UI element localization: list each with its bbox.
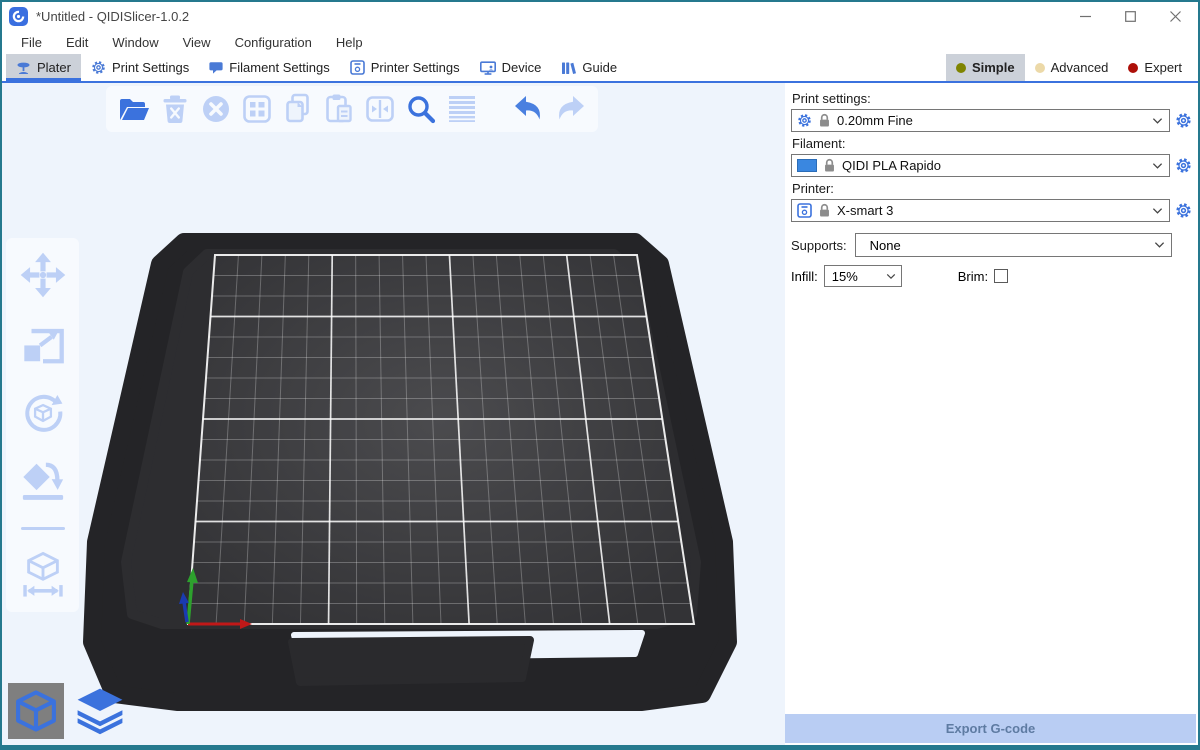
mode-expert[interactable]: Expert bbox=[1118, 54, 1192, 81]
chevron-down-icon bbox=[1152, 162, 1163, 170]
tab-filament-settings[interactable]: Filament Settings bbox=[199, 54, 339, 81]
maximize-button[interactable] bbox=[1108, 2, 1153, 30]
edit-printer-button[interactable] bbox=[1172, 202, 1194, 219]
arrange-button[interactable] bbox=[239, 90, 275, 128]
toolbar-divider bbox=[21, 527, 65, 530]
edit-filament-button[interactable] bbox=[1172, 157, 1194, 174]
filament-value: QIDI PLA Rapido bbox=[842, 158, 1146, 173]
tab-device[interactable]: Device bbox=[470, 54, 552, 81]
lock-icon bbox=[818, 203, 831, 218]
export-gcode-button[interactable]: Export G-code bbox=[785, 714, 1196, 743]
gear-icon bbox=[91, 60, 106, 75]
open-file-button[interactable] bbox=[116, 90, 152, 128]
3d-viewport[interactable] bbox=[2, 83, 785, 745]
print-settings-value: 0.20mm Fine bbox=[837, 113, 1146, 128]
chevron-down-icon bbox=[1152, 207, 1163, 215]
device-monitor-icon bbox=[480, 61, 496, 75]
brim-checkbox[interactable] bbox=[994, 269, 1008, 283]
move-tool-button[interactable] bbox=[19, 251, 67, 299]
infill-label: Infill: bbox=[791, 269, 818, 284]
delete-button[interactable] bbox=[157, 90, 193, 128]
close-button[interactable] bbox=[1153, 2, 1198, 30]
scale-tool-button[interactable] bbox=[19, 320, 67, 368]
supports-combo[interactable]: None bbox=[855, 233, 1172, 257]
menu-item-window[interactable]: Window bbox=[101, 33, 169, 52]
preview-layers-view-button[interactable] bbox=[72, 683, 128, 739]
tab-bar: Plater Print Settings Filament Settings … bbox=[2, 54, 1198, 83]
top-toolbar bbox=[106, 86, 598, 132]
supports-value: None bbox=[870, 238, 1154, 253]
menu-item-file[interactable]: File bbox=[10, 33, 53, 52]
3d-editor-view-button[interactable] bbox=[8, 683, 64, 739]
menu-item-view[interactable]: View bbox=[172, 33, 222, 52]
tab-guide[interactable]: Guide bbox=[551, 54, 627, 81]
app-window: *Untitled - QIDISlicer-1.0.2 File Edit W… bbox=[0, 0, 1200, 750]
measure-tool-button[interactable] bbox=[19, 551, 67, 599]
app-logo-icon bbox=[9, 7, 28, 26]
print-settings-combo[interactable]: 0.20mm Fine bbox=[791, 109, 1170, 132]
tab-printer-settings[interactable]: Printer Settings bbox=[340, 54, 470, 81]
tab-label: Printer Settings bbox=[371, 60, 460, 75]
advanced-mode-dot-icon bbox=[1035, 63, 1045, 73]
title-bar: *Untitled - QIDISlicer-1.0.2 bbox=[2, 2, 1198, 30]
search-button[interactable] bbox=[403, 90, 439, 128]
filament-label: Filament: bbox=[792, 136, 1194, 151]
filament-combo[interactable]: QIDI PLA Rapido bbox=[791, 154, 1170, 177]
guide-books-icon bbox=[561, 61, 576, 75]
infill-combo[interactable]: 15% bbox=[824, 265, 902, 287]
tab-label: Device bbox=[502, 60, 542, 75]
left-toolbar bbox=[6, 238, 79, 612]
mode-simple[interactable]: Simple bbox=[946, 54, 1025, 81]
supports-label: Supports: bbox=[791, 238, 847, 253]
plater-icon bbox=[16, 61, 31, 75]
view-toggles bbox=[8, 683, 128, 739]
tab-label: Plater bbox=[37, 60, 71, 75]
printer-value: X-smart 3 bbox=[837, 203, 1146, 218]
menu-item-help[interactable]: Help bbox=[325, 33, 374, 52]
gear-icon bbox=[797, 113, 812, 128]
menu-item-configuration[interactable]: Configuration bbox=[224, 33, 323, 52]
variable-layer-height-button[interactable] bbox=[444, 90, 480, 128]
menu-item-edit[interactable]: Edit bbox=[55, 33, 99, 52]
printer-icon bbox=[350, 60, 365, 75]
tab-label: Guide bbox=[582, 60, 617, 75]
printer-combo[interactable]: X-smart 3 bbox=[791, 199, 1170, 222]
chevron-down-icon bbox=[886, 273, 896, 280]
infill-value: 15% bbox=[832, 269, 886, 284]
filament-color-swatch bbox=[797, 159, 817, 172]
paste-button[interactable] bbox=[321, 90, 357, 128]
menu-bar: File Edit Window View Configuration Help bbox=[2, 30, 1198, 54]
settings-panel: Print settings: 0.20mm Fine bbox=[785, 83, 1198, 745]
bed-handle-grip bbox=[292, 640, 530, 682]
undo-button[interactable] bbox=[511, 90, 547, 128]
filament-icon bbox=[209, 61, 223, 75]
simple-mode-dot-icon bbox=[956, 63, 966, 73]
tab-print-settings[interactable]: Print Settings bbox=[81, 54, 199, 81]
print-settings-label: Print settings: bbox=[792, 91, 1194, 106]
printer-label: Printer: bbox=[792, 181, 1194, 196]
chevron-down-icon bbox=[1154, 241, 1165, 249]
redo-button[interactable] bbox=[552, 90, 588, 128]
printer-icon bbox=[797, 203, 812, 218]
place-on-face-tool-button[interactable] bbox=[19, 458, 67, 506]
window-title: *Untitled - QIDISlicer-1.0.2 bbox=[36, 9, 189, 24]
chevron-down-icon bbox=[1152, 117, 1163, 125]
rotate-tool-button[interactable] bbox=[19, 389, 67, 437]
brim-label: Brim: bbox=[958, 269, 988, 284]
tab-label: Print Settings bbox=[112, 60, 189, 75]
tab-label: Filament Settings bbox=[229, 60, 329, 75]
expert-mode-dot-icon bbox=[1128, 63, 1138, 73]
delete-all-button[interactable] bbox=[198, 90, 234, 128]
mode-advanced[interactable]: Advanced bbox=[1025, 54, 1119, 81]
edit-print-settings-button[interactable] bbox=[1172, 112, 1194, 129]
copy-button[interactable] bbox=[280, 90, 316, 128]
lock-icon bbox=[823, 158, 836, 173]
lock-icon bbox=[818, 113, 831, 128]
print-bed bbox=[2, 83, 785, 745]
split-button[interactable] bbox=[362, 90, 398, 128]
mode-switcher: Simple Advanced Expert bbox=[946, 54, 1198, 81]
minimize-button[interactable] bbox=[1063, 2, 1108, 30]
tab-plater[interactable]: Plater bbox=[6, 54, 81, 81]
